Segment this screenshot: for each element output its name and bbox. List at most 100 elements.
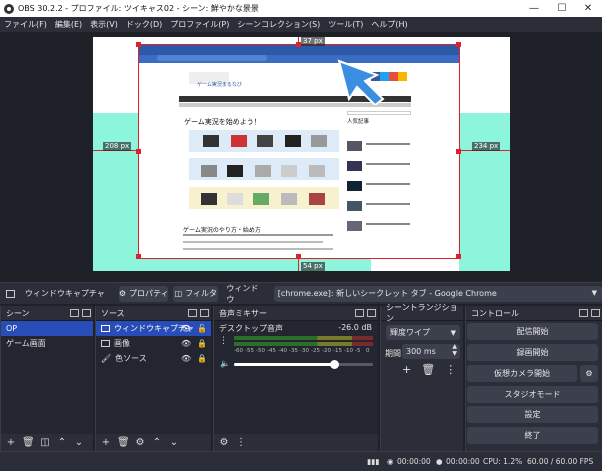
dock-float-icon[interactable] (70, 309, 79, 317)
window-capture-icon (101, 325, 110, 332)
filter-icon: ◫ (174, 289, 183, 298)
exit-button[interactable]: 終了 (467, 427, 598, 444)
settings-button[interactable]: 設定 (467, 406, 598, 423)
chevron-up-icon[interactable]: ⌃ (151, 437, 163, 448)
menu-file[interactable]: ファイル(F) (4, 19, 47, 30)
scenes-title: シーン (6, 308, 30, 318)
scene-item-game[interactable]: ゲーム画面 (1, 336, 93, 351)
menu-tools[interactable]: ツール(T) (328, 19, 363, 30)
chevron-down-icon[interactable]: ⌄ (73, 437, 85, 448)
meter-tick-label: -10 (344, 348, 353, 354)
eye-icon[interactable]: 👁 (181, 354, 191, 363)
add-icon[interactable]: + (5, 437, 17, 448)
source-name: ウィンドウキャプチャ (24, 289, 105, 298)
duration-input[interactable]: 300 ms ▲ ▼ (402, 343, 460, 359)
chevron-down-icon: ▼ (591, 288, 597, 297)
meter-tick-label: -40 (278, 348, 287, 354)
menu-profile[interactable]: プロファイル(P) (170, 19, 229, 30)
signal-icon: ▮▮▮ (367, 457, 380, 466)
studio-mode-button[interactable]: スタジオモード (467, 386, 598, 403)
audio-mixer-dock: 音声ミキサー デスクトップ音声 -26.0 dB ⋮ -60 -55 -50 -45-… (213, 306, 378, 451)
mixer-title: 音声ミキサー (219, 308, 267, 318)
lock-icon[interactable]: 🔓 (197, 324, 207, 333)
source-item-color[interactable]: 🖌 色ソース 👁 🔒 (96, 351, 211, 366)
eye-icon[interactable]: 👁 (181, 324, 191, 333)
start-streaming-button[interactable]: 配信開始 (467, 323, 598, 340)
window-label: ウィンドウ (226, 283, 259, 304)
meter-tick-label: 0 (366, 348, 370, 354)
meter-tick-label: -55 (245, 348, 254, 354)
window-title: OBS 30.2.2 - プロファイル: ツイキャス02 - シーン: 鮮やかな… (18, 4, 259, 13)
menu-edit[interactable]: 編集(E) (55, 19, 82, 30)
fps: 60.00 / 60.00 FPS (527, 457, 594, 466)
source-selection-box[interactable] (136, 42, 461, 259)
close-icon[interactable]: ✕ (574, 0, 602, 17)
volume-slider[interactable] (234, 360, 373, 369)
controls-title: コントロール (471, 308, 519, 318)
properties-button[interactable]: ⚙ プロパティ (119, 285, 169, 302)
meter-tick-label: -5 (355, 348, 361, 354)
dock-float-icon[interactable] (188, 309, 197, 317)
chevron-up-icon[interactable]: ⌃ (56, 437, 68, 448)
brush-icon: 🖌 (101, 354, 112, 363)
volume-knob[interactable] (330, 360, 340, 369)
meter-tick-label: -15 (333, 348, 342, 354)
meter-tick-label: -20 (322, 348, 331, 354)
minimize-icon[interactable]: — (520, 0, 548, 17)
meter-tick-label: -25 (311, 348, 320, 354)
gear-icon[interactable]: ⚙ (218, 437, 230, 448)
left-offset-label: 208 px (103, 142, 132, 151)
stepper-icon[interactable]: ▲ ▼ (452, 343, 457, 357)
lock-icon[interactable]: 🔒 (197, 339, 207, 348)
sources-title: ソース (101, 308, 125, 318)
more-options-icon[interactable]: ⋮ (219, 336, 228, 346)
lock-icon[interactable]: 🔒 (197, 354, 207, 363)
start-virtual-camera-button[interactable]: 仮想カメラ開始 (467, 365, 577, 382)
speaker-icon[interactable]: 🔈 (220, 359, 230, 368)
scenes-dock: シーン OP ゲーム画面 + 🗑 ◫ ⌃ ⌄ (0, 306, 93, 451)
more-options-icon[interactable]: ⋮ (445, 363, 456, 376)
more-options-icon[interactable]: ⋮ (235, 437, 247, 448)
maximize-icon[interactable]: ☐ (548, 0, 576, 17)
source-item-image[interactable]: 画像 👁 🔒 (96, 336, 211, 351)
source-toolbar: ウィンドウキャプチャ ⚙ プロパティ ◫ フィルタ ウィンドウ [chrome.ex… (0, 282, 602, 304)
menu-dock[interactable]: ドック(D) (126, 19, 162, 30)
scene-item-op[interactable]: OP (1, 321, 93, 336)
dock-close-icon[interactable] (82, 309, 91, 317)
sources-dock: ソース ウィンドウキャプチャ 👁 🔓 画像 👁 🔒 🖌 色ソース 👁 🔒 + 🗑… (95, 306, 211, 451)
chevron-down-icon[interactable]: ⌄ (168, 437, 180, 448)
menu-help[interactable]: ヘルプ(H) (371, 19, 407, 30)
trash-icon[interactable]: 🗑 (22, 437, 35, 448)
stream-time: 00:00:00 (397, 457, 431, 466)
dock-float-icon[interactable] (579, 309, 588, 317)
dock-close-icon[interactable] (591, 309, 600, 317)
eye-icon[interactable]: 👁 (181, 339, 191, 348)
record-icon: ● (436, 457, 443, 466)
chevron-down-icon: ▼ (450, 328, 456, 337)
dock-close-icon[interactable] (200, 309, 209, 317)
top-offset-label: 37 px (301, 37, 325, 46)
window-select[interactable]: [chrome.exe]: 新しいシークレット タブ - Google Chro… (273, 285, 602, 302)
menu-view[interactable]: 表示(V) (90, 19, 118, 30)
gear-icon[interactable]: ⚙ (580, 365, 598, 382)
start-recording-button[interactable]: 録画開始 (467, 344, 598, 361)
dock-float-icon[interactable] (355, 309, 364, 317)
dock-close-icon[interactable] (367, 309, 376, 317)
add-icon[interactable]: + (402, 363, 411, 376)
window-capture-icon (6, 289, 15, 298)
trash-icon[interactable]: 🗑 (117, 437, 130, 448)
filters-button[interactable]: ◫ フィルタ (173, 285, 219, 302)
transition-select[interactable]: 輝度ワイプ ▼ (386, 325, 460, 340)
meter-tick-label: -30 (300, 348, 309, 354)
obs-logo-icon (4, 3, 14, 14)
menu-scene-collection[interactable]: シーンコレクション(S) (237, 19, 320, 30)
channel-db: -26.0 dB (338, 323, 372, 332)
gear-icon[interactable]: ⚙ (134, 437, 146, 448)
scene-filter-icon[interactable]: ◫ (39, 437, 51, 448)
add-icon[interactable]: + (100, 437, 112, 448)
trash-icon[interactable]: 🗑 (421, 363, 435, 376)
color-source-bottom (139, 258, 371, 271)
source-item-window-capture[interactable]: ウィンドウキャプチャ 👁 🔓 (96, 321, 211, 336)
color-source-right (459, 113, 510, 271)
bottom-offset-label: 54 px (301, 262, 325, 271)
